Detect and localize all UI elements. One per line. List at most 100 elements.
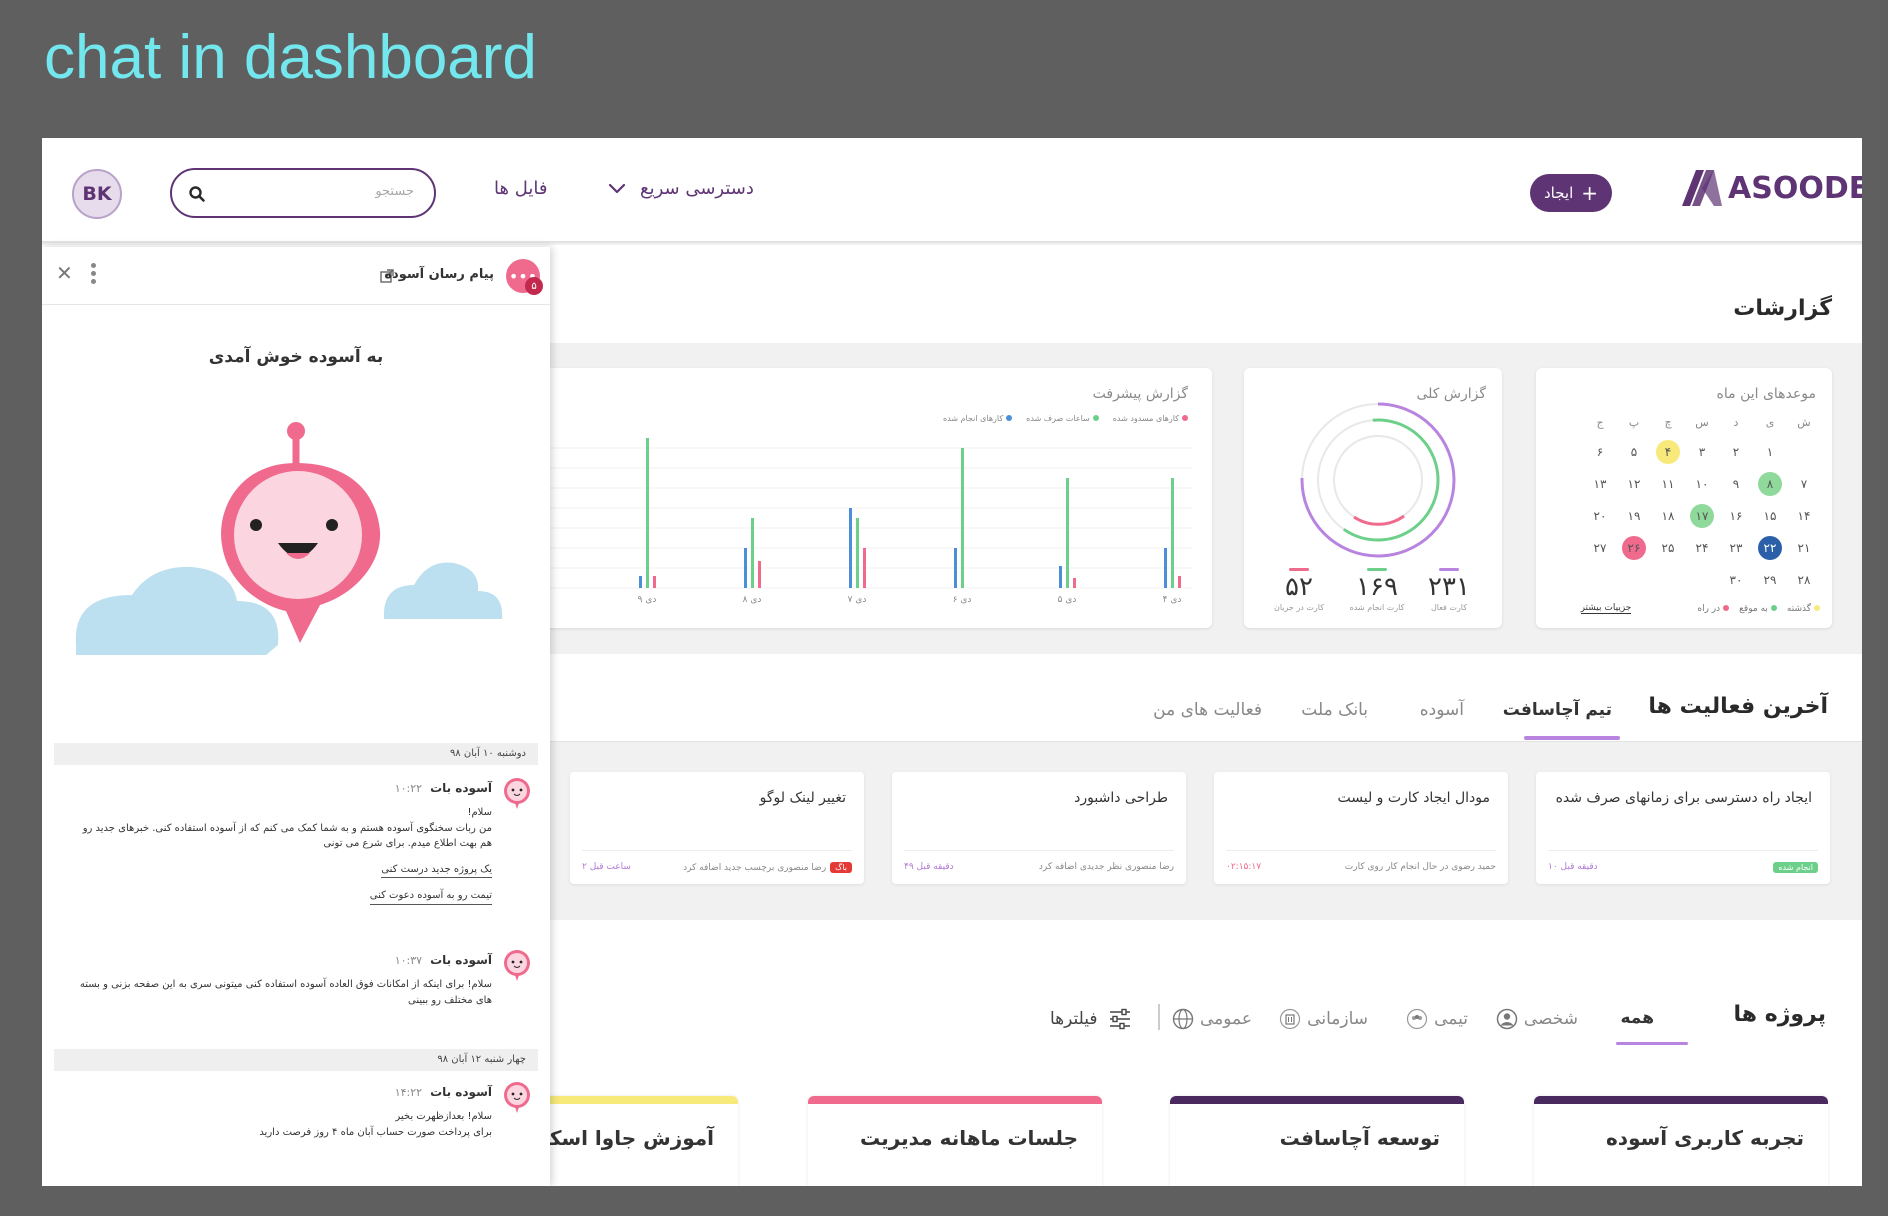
project-card-2[interactable]: توسعه آچاسافت — [1170, 1096, 1464, 1186]
calendar-day[interactable]: ۱ — [1758, 440, 1782, 464]
tab-bank-mellat[interactable]: بانک ملت — [1301, 700, 1368, 720]
chart-bar — [1059, 566, 1062, 588]
calendar-day[interactable]: ۶ — [1588, 440, 1612, 464]
stat-done-bar — [1367, 568, 1387, 571]
chat-date-separator: دوشنبه ۱۰ آبان ۹۸ — [54, 743, 538, 765]
calendar-day[interactable]: ۲ — [1724, 440, 1748, 464]
tab-all-projects[interactable]: همه — [1621, 1008, 1655, 1028]
calendar-day[interactable]: ۱۲ — [1622, 472, 1646, 496]
activity-title: طراحی داشبورد — [1074, 790, 1168, 806]
calendar-day[interactable]: ۸ — [1758, 472, 1782, 496]
nav-quick-access-label: دسترسی سریع — [640, 178, 754, 199]
chart-x-tick-label: ۴ دی — [1163, 595, 1182, 605]
page-caption: chat in dashboard — [44, 23, 537, 92]
chat-date-separator: چهار شنبه ۱۲ آبان ۹۸ — [54, 1049, 538, 1071]
stat-done: ۱۶۹ کارت انجام شده — [1342, 568, 1412, 612]
calendar-day[interactable]: ۷ — [1792, 472, 1816, 496]
chart-bar — [758, 561, 761, 588]
chart-bar — [751, 518, 754, 588]
activity-card-1[interactable]: ایجاد راه دسترسی برای زمانهای صرف شده ان… — [1536, 772, 1830, 884]
chart-bar — [1066, 478, 1069, 588]
activity-card-2[interactable]: مودال ایجاد کارت و لیست حمید رضوی در حال… — [1214, 772, 1508, 884]
calendar-day[interactable]: ۲۸ — [1792, 568, 1816, 592]
stat-active-value: ۲۳۱ — [1428, 572, 1470, 602]
calendar-day[interactable]: ۱۴ — [1792, 504, 1816, 528]
building-icon — [1280, 1008, 1301, 1030]
legend-incoming: در راه — [1697, 604, 1730, 614]
tab-public[interactable]: عمومی — [1172, 1008, 1252, 1030]
project-card-1[interactable]: تجربه کاربری آسوده — [1534, 1096, 1828, 1186]
calendar-day[interactable]: ۲۴ — [1690, 536, 1714, 560]
chart-bar — [863, 548, 866, 588]
activity-footer: انجام شده ۱۰ دقیقه قبل — [1548, 850, 1818, 884]
bot-avatar-icon — [504, 778, 530, 809]
calendar-day[interactable]: ۲۹ — [1758, 568, 1782, 592]
activity-time: ۰۲:۱۵:۱۷ — [1226, 862, 1262, 872]
calendar-weekday: د — [1733, 415, 1739, 429]
activity-meta: رضا منصوری نظر جدیدی اضافه کرد — [1038, 862, 1174, 872]
calendar-day[interactable]: ۳۰ — [1724, 568, 1748, 592]
calendar-weekday: پ — [1628, 415, 1640, 429]
plus-icon: + — [1581, 181, 1599, 205]
tab-organizational[interactable]: سازمانی — [1279, 1008, 1368, 1030]
tab-organizational-label: سازمانی — [1307, 1009, 1368, 1029]
calendar-day[interactable]: ۵ — [1622, 440, 1646, 464]
calendar-day[interactable]: ۲۰ — [1588, 504, 1612, 528]
calendar-day[interactable]: ۲۱ — [1792, 536, 1816, 560]
stat-inprogress: ۵۲ کارت در جریان — [1264, 568, 1334, 612]
asoode-logo[interactable]: ASOODE — [1680, 168, 1862, 208]
calendar-weekday: ش — [1797, 415, 1811, 429]
top-header: BK جستجو فایل ها دسترسی سریع ایجاد + ASO… — [42, 138, 1862, 243]
calendar-day[interactable]: ۱۶ — [1724, 504, 1748, 528]
close-icon[interactable]: ✕ — [56, 261, 73, 285]
calendar-day[interactable]: ۳ — [1690, 440, 1714, 464]
reports-title: گزارشات — [1733, 296, 1832, 321]
status-badge: انجام شده — [1773, 862, 1818, 873]
tab-my-activities[interactable]: فعالیت های من — [1153, 700, 1262, 720]
message-sender: آسوده بات۱۴:۲۲ — [394, 1085, 492, 1099]
stat-active-bar — [1439, 568, 1459, 571]
message-time: ۱۰:۳۷ — [394, 954, 423, 967]
bug-badge: باگ — [830, 862, 852, 873]
tab-achasoft-team[interactable]: تیم آچاسافت — [1503, 700, 1612, 720]
tab-personal[interactable]: شخصی — [1496, 1008, 1578, 1030]
activity-card-4[interactable]: تغییر لینک لوگو باگرضا منصوری برچسب جدید… — [570, 772, 864, 884]
calendar-day[interactable]: ۱۷ — [1690, 504, 1714, 528]
chart-bar — [961, 448, 964, 588]
legend-past-dot — [1814, 604, 1820, 611]
activity-footer: حمید رضوی در حال انجام کار روی کارت ۰۲:۱… — [1226, 850, 1496, 884]
calendar-day[interactable]: ۱۹ — [1622, 504, 1646, 528]
calendar-day[interactable]: ۱۰ — [1690, 472, 1714, 496]
calendar-day[interactable]: ۲۷ — [1588, 536, 1612, 560]
calendar-day[interactable]: ۱۱ — [1656, 472, 1680, 496]
filters-button[interactable]: فیلترها — [1050, 1008, 1132, 1030]
more-vertical-icon[interactable] — [90, 261, 96, 287]
filters-label: فیلترها — [1050, 1009, 1098, 1029]
chart-bar — [653, 576, 656, 588]
activity-card-3[interactable]: طراحی داشبورد رضا منصوری نظر جدیدی اضافه… — [892, 772, 1186, 884]
user-avatar[interactable]: BK — [72, 169, 122, 219]
tab-active-indicator — [1524, 736, 1620, 740]
search-input[interactable]: جستجو — [170, 168, 436, 218]
calendar-day[interactable]: ۴ — [1656, 440, 1680, 464]
calendar-day[interactable]: ۲۵ — [1656, 536, 1680, 560]
calendar-day[interactable]: ۱۸ — [1656, 504, 1680, 528]
calendar-day[interactable]: ۲۲ — [1758, 536, 1782, 560]
create-label: ایجاد — [1543, 184, 1574, 202]
details-link[interactable]: جزییات بیشتر — [1580, 603, 1632, 614]
calendar-day[interactable]: ۱۳ — [1588, 472, 1612, 496]
message-time: ۱۴:۲۲ — [394, 1086, 423, 1099]
calendar-day[interactable]: ۹ — [1724, 472, 1748, 496]
calendar-day[interactable]: ۲۶ — [1622, 536, 1646, 560]
project-card-3[interactable]: جلسات ماهانه مدیریت — [808, 1096, 1102, 1186]
create-project-link[interactable]: یک پروژه جدید درست کنی — [381, 862, 492, 878]
calendar-day[interactable]: ۱۵ — [1758, 504, 1782, 528]
tab-asoode[interactable]: آسوده — [1420, 700, 1464, 720]
calendar-day[interactable]: ۲۳ — [1724, 536, 1748, 560]
tab-team[interactable]: تیمی — [1406, 1008, 1468, 1030]
nav-files-link[interactable]: فایل ها — [494, 178, 547, 199]
invite-team-link[interactable]: تیمت رو به آسوده دعوت کنی — [369, 888, 492, 905]
nav-quick-access-dropdown[interactable]: دسترسی سریع — [608, 178, 754, 199]
legend-ontime: به موقع — [1739, 604, 1777, 614]
create-button[interactable]: ایجاد + — [1530, 174, 1612, 212]
